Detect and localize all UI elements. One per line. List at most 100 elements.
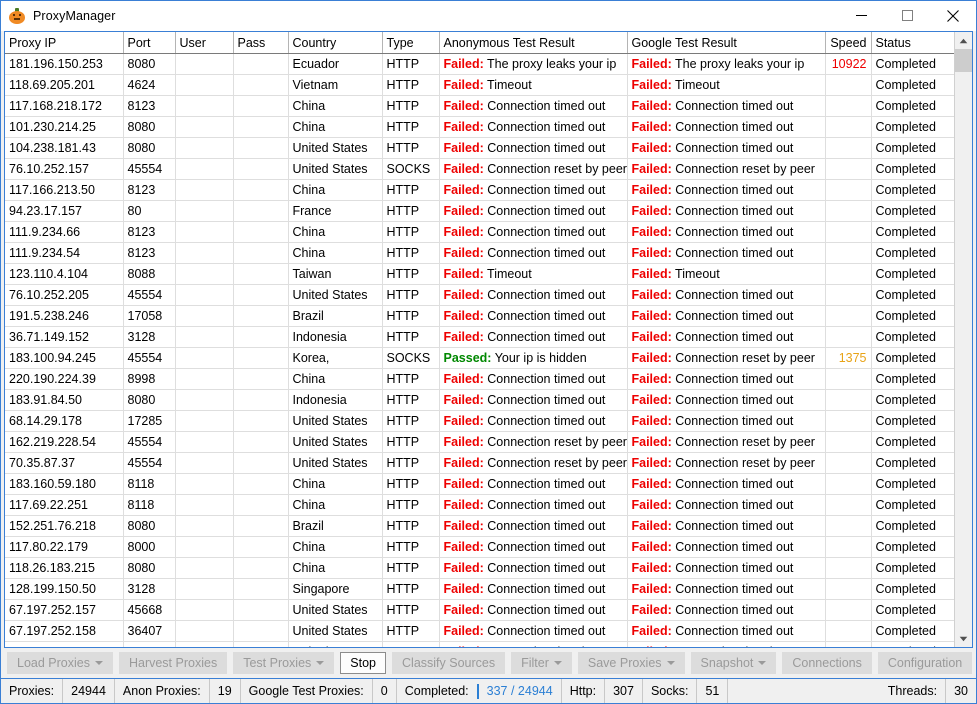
cell-anon-result-prefix: Failed: xyxy=(443,435,484,449)
cell-anon-result-detail: The proxy leaks your ip xyxy=(483,57,617,71)
minimize-button[interactable] xyxy=(838,1,884,30)
cell-user xyxy=(175,326,234,348)
table-row[interactable]: 111.9.234.54 8123 China HTTP Failed: Connect… xyxy=(5,242,954,264)
table-row[interactable]: 183.160.59.180 8118 China HTTP Failed: Conne… xyxy=(5,473,954,495)
cell-anon-result: Failed: Connection timed out xyxy=(439,284,628,306)
cell-anon-result-prefix: Failed: xyxy=(443,141,484,155)
table-row[interactable]: 181.196.150.253 8080 Ecuador HTTP Failed: Th… xyxy=(5,53,954,75)
column-header-speed[interactable]: Speed xyxy=(825,32,872,54)
table-row[interactable]: 152.251.76.218 8080 Brazil HTTP Failed: Conn… xyxy=(5,515,954,537)
classify-sources-button[interactable]: Classify Sources xyxy=(392,652,506,674)
table-row[interactable]: 117.80.22.179 8000 China HTTP Failed: Connec… xyxy=(5,536,954,558)
cell-google-result: Failed: Connection timed out xyxy=(627,200,826,222)
chevron-down-icon[interactable] xyxy=(553,661,562,665)
scrollbar-track[interactable] xyxy=(955,49,972,630)
stop-button[interactable]: Stop xyxy=(340,652,387,674)
table-row[interactable]: 101.230.214.25 8080 China HTTP Failed: Conne… xyxy=(5,116,954,138)
cell-port: 36407 xyxy=(123,620,176,642)
cell-anon-result: Failed: Connection reset by peer xyxy=(439,158,628,180)
column-header-google_result[interactable]: Google Test Result xyxy=(627,32,826,54)
close-button[interactable] xyxy=(930,1,976,30)
cell-anon-result-prefix: Failed: xyxy=(443,456,484,470)
connections-button[interactable]: Connections xyxy=(782,652,872,674)
cell-status: Completed xyxy=(871,620,954,642)
cell-user xyxy=(175,74,234,96)
maximize-button[interactable] xyxy=(884,1,930,30)
cell-google-result-detail: Timeout xyxy=(671,267,720,281)
table-row[interactable]: 117.166.213.50 8123 China HTTP Failed: Conne… xyxy=(5,179,954,201)
table-row[interactable]: 71.227.103.4415094United StatesHTTPFaile… xyxy=(5,641,954,647)
column-header-proxy_ip[interactable]: Proxy IP xyxy=(5,32,124,54)
table-row[interactable]: 36.71.149.152 3128 Indonesia HTTP Failed: Co… xyxy=(5,326,954,348)
cell-user xyxy=(175,95,234,117)
table-row[interactable]: 70.35.87.37 45554 United States HTTP Failed:… xyxy=(5,452,954,474)
cell-country: United States xyxy=(288,641,383,647)
cell-anon-result-prefix: Failed: xyxy=(443,498,484,512)
cell-google-result-prefix: Failed: xyxy=(631,477,672,491)
cell-google-result-prefix: Failed: xyxy=(631,603,672,617)
table-row[interactable]: 183.100.94.245 45554 Korea, SOCKS Passed: Yo… xyxy=(5,347,954,369)
cell-google-result: Failed: Connection timed out xyxy=(627,326,826,348)
cell-country: United States xyxy=(288,620,383,642)
table-row[interactable]: 104.238.181.43 8080 United States HTTP Faile… xyxy=(5,137,954,159)
cell-speed xyxy=(825,452,872,474)
chevron-down-icon[interactable] xyxy=(666,661,675,665)
table-row[interactable]: 183.91.84.50 8080 Indonesia HTTP Failed: Con… xyxy=(5,389,954,411)
table-row[interactable]: 68.14.29.178 17285 United States HTTP Failed… xyxy=(5,410,954,432)
cell-status: Completed xyxy=(871,158,954,180)
table-row[interactable]: 117.69.22.251 8118 China HTTP Failed: Connec… xyxy=(5,494,954,516)
table-row[interactable]: 128.199.150.50 3128 Singapore HTTP Failed: C… xyxy=(5,578,954,600)
table-row[interactable]: 118.69.205.201 4624 Vietnam HTTP Failed: Tim… xyxy=(5,74,954,96)
cell-type: HTTP xyxy=(382,389,440,411)
table-row[interactable]: 67.197.252.157 45668 United States HTTP Fail… xyxy=(5,599,954,621)
table-row[interactable]: 162.219.228.54 45554 United States HTTP Fail… xyxy=(5,431,954,453)
cell-anon-result-detail: Connection timed out xyxy=(483,183,606,197)
cell-google-result: Failed: Connection timed out xyxy=(627,641,826,647)
column-header-country[interactable]: Country xyxy=(288,32,383,54)
column-header-pass[interactable]: Pass xyxy=(233,32,289,54)
snapshot-button[interactable]: Snapshot xyxy=(690,652,777,674)
table-row[interactable]: 76.10.252.157 45554 United States SOCKS Fail… xyxy=(5,158,954,180)
cell-status: Completed xyxy=(871,284,954,306)
table-row[interactable]: 191.5.238.246 17058 Brazil HTTP Failed: Conn… xyxy=(5,305,954,327)
chevron-down-icon[interactable] xyxy=(94,661,103,665)
cell-country: China xyxy=(288,95,383,117)
scroll-down-arrow-icon[interactable] xyxy=(955,630,972,647)
chevron-down-icon[interactable] xyxy=(758,661,767,665)
column-header-user[interactable]: User xyxy=(175,32,234,54)
scroll-up-arrow-icon[interactable] xyxy=(955,32,972,49)
cell-speed xyxy=(825,578,872,600)
cell-anon-result: Failed: Connection timed out xyxy=(439,179,628,201)
chevron-down-icon[interactable] xyxy=(316,661,325,665)
table-row[interactable]: 94.23.17.157 80 France HTTP Failed: Connecti… xyxy=(5,200,954,222)
table-row[interactable]: 123.110.4.104 8088 Taiwan HTTP Failed: Timeo… xyxy=(5,263,954,285)
column-header-anon_result[interactable]: Anonymous Test Result xyxy=(439,32,628,54)
cell-pass xyxy=(233,158,289,180)
cell-google-result-detail: Connection timed out xyxy=(671,141,794,155)
cell-anon-result: Failed: Connection timed out xyxy=(439,536,628,558)
vertical-scrollbar[interactable] xyxy=(954,32,972,647)
harvest-proxies-button[interactable]: Harvest Proxies xyxy=(118,652,228,674)
title-bar: ProxyManager xyxy=(1,1,976,31)
table-row[interactable]: 76.10.252.205 45554 United States HTTP Faile… xyxy=(5,284,954,306)
save-proxies-button[interactable]: Save Proxies xyxy=(577,652,685,674)
column-header-status[interactable]: Status xyxy=(871,32,954,54)
cell-google-result-prefix: Failed: xyxy=(631,288,672,302)
column-header-type[interactable]: Type xyxy=(382,32,440,54)
table-row[interactable]: 111.9.234.66 8123 China HTTP Failed: Connect… xyxy=(5,221,954,243)
scrollbar-thumb[interactable] xyxy=(955,49,972,72)
table-row[interactable]: 117.168.218.172 8123 China HTTP Failed: Conn… xyxy=(5,95,954,117)
configuration-button[interactable]: Configuration xyxy=(877,652,973,674)
test-proxies-button[interactable]: Test Proxies xyxy=(233,652,335,674)
cell-port: 8080 xyxy=(123,137,176,159)
cell-pass xyxy=(233,263,289,285)
cell-speed: 1375 xyxy=(825,347,872,369)
column-header-port[interactable]: Port xyxy=(123,32,176,54)
filter-button[interactable]: Filter xyxy=(511,652,572,674)
cell-pass xyxy=(233,641,289,647)
proxy-grid-scroll-viewport[interactable]: Proxy IP Port User Pass Country Type Anonymous… xyxy=(5,32,954,647)
table-row[interactable]: 67.197.252.158 36407 United States HTTP Fail… xyxy=(5,620,954,642)
load-proxies-button[interactable]: Load Proxies xyxy=(7,652,113,674)
table-row[interactable]: 220.190.224.39 8998 China HTTP Failed: Conne… xyxy=(5,368,954,390)
table-row[interactable]: 118.26.183.215 8080 China HTTP Failed: Conne… xyxy=(5,557,954,579)
